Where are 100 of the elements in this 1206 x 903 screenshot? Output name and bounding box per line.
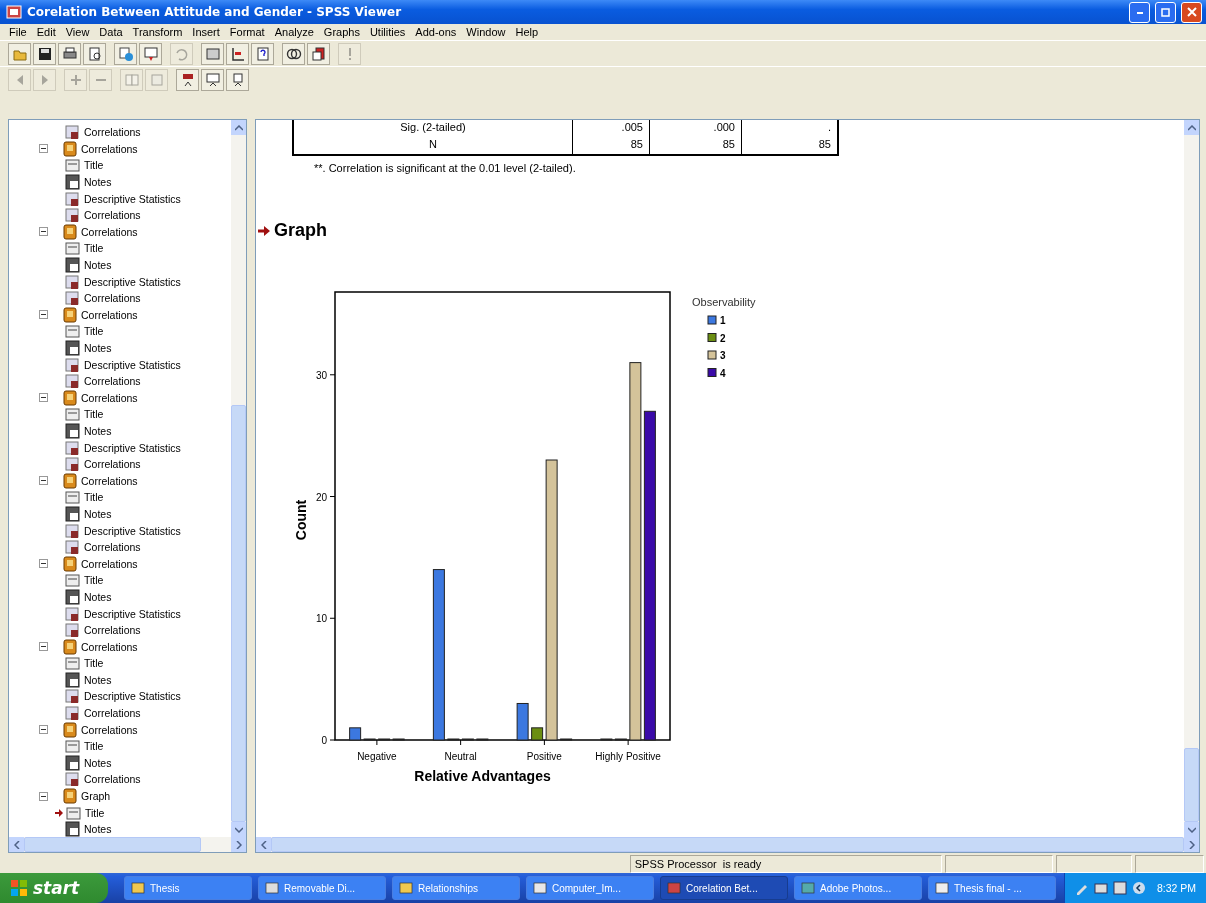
- taskbar-button[interactable]: Computer_Im...: [526, 876, 654, 900]
- outline-item[interactable]: Graph: [81, 790, 111, 803]
- outline-item[interactable]: Notes: [84, 342, 112, 354]
- menu-item[interactable]: Graphs: [318, 26, 365, 38]
- horizontal-scrollbar[interactable]: [9, 837, 246, 852]
- minimize-button[interactable]: [1129, 1, 1150, 23]
- menu-item[interactable]: Insert: [187, 26, 225, 38]
- scrollbar-thumb[interactable]: [231, 405, 246, 822]
- table-page-icon: [65, 705, 81, 722]
- menu-item[interactable]: Format: [224, 26, 270, 38]
- scrollbar-thumb[interactable]: [24, 837, 201, 852]
- vertical-scrollbar[interactable]: [1184, 120, 1199, 837]
- outline-item[interactable]: Correlations: [84, 292, 141, 305]
- collapse-icon[interactable]: [39, 791, 48, 801]
- outline-item[interactable]: Notes: [84, 259, 112, 272]
- outline-item[interactable]: Title: [84, 491, 104, 504]
- taskbar-button[interactable]: Thesis: [124, 876, 252, 900]
- menu-item[interactable]: Help: [510, 26, 544, 38]
- taskbar-button[interactable]: Thesis final - ...: [928, 876, 1056, 900]
- outline-item[interactable]: Descriptive Statistics: [84, 690, 181, 703]
- vertical-scrollbar[interactable]: [231, 120, 246, 837]
- outline-item[interactable]: Descriptive Statistics: [84, 192, 181, 205]
- outline-item[interactable]: Correlations: [84, 624, 141, 637]
- maximize-button[interactable]: [1155, 1, 1176, 23]
- outline-item[interactable]: Correlations: [81, 640, 138, 653]
- outline-item[interactable]: Notes: [84, 756, 112, 769]
- help-icon: [1112, 881, 1127, 895]
- title-page-icon: [65, 655, 81, 672]
- notes-page-icon: [65, 671, 81, 688]
- outline-item[interactable]: Title: [84, 325, 104, 338]
- outline-item[interactable]: Correlations: [81, 391, 138, 404]
- outline-item[interactable]: Descriptive Statistics: [84, 441, 181, 454]
- outline-item[interactable]: Title: [84, 408, 104, 421]
- collapse-icon[interactable]: [39, 642, 48, 652]
- plus-icon: [69, 73, 82, 86]
- outline-item[interactable]: Notes: [84, 590, 112, 603]
- menu-item[interactable]: View: [60, 26, 95, 38]
- outline-item[interactable]: Title: [84, 740, 104, 753]
- menu-item[interactable]: Transform: [127, 26, 188, 38]
- menu-item[interactable]: Edit: [31, 26, 61, 38]
- outline-item[interactable]: Notes: [84, 425, 112, 437]
- chevron-icon: [1131, 881, 1146, 895]
- outline-item[interactable]: Correlations: [84, 209, 141, 222]
- outline-item[interactable]: Correlations: [81, 142, 138, 155]
- outline-item[interactable]: Correlations: [84, 458, 141, 471]
- outline-item[interactable]: Correlations: [84, 773, 141, 786]
- outline-item[interactable]: Correlations: [84, 707, 141, 720]
- taskbar-button[interactable]: Removable Di...: [258, 876, 386, 900]
- collapse-icon[interactable]: [39, 310, 48, 320]
- notes-page-icon: [65, 174, 81, 191]
- outline-item[interactable]: Correlations: [81, 557, 138, 570]
- menu-item[interactable]: Data: [94, 26, 128, 38]
- legend-label: 3: [720, 350, 726, 361]
- collapse-icon[interactable]: [39, 144, 48, 154]
- outline-item[interactable]: Descriptive Statistics: [84, 358, 181, 371]
- toolbar-button[interactable]: [282, 42, 305, 65]
- toolbar-button[interactable]: [307, 42, 330, 65]
- menu-item[interactable]: Utilities: [364, 26, 411, 38]
- taskbar-button[interactable]: Relationships: [392, 876, 520, 900]
- outline-item[interactable]: Notes: [84, 507, 112, 520]
- menu-item[interactable]: Window: [461, 26, 511, 38]
- outline-item[interactable]: Correlations: [81, 308, 138, 321]
- outline-item[interactable]: Title: [84, 657, 104, 670]
- menu-item[interactable]: Analyze: [269, 26, 319, 38]
- legend-label: 1: [720, 315, 726, 326]
- outline-item[interactable]: Correlations: [84, 126, 141, 139]
- start-button[interactable]: start: [0, 873, 108, 903]
- taskbar-button[interactable]: Corelation Bet...: [660, 876, 788, 900]
- scrollbar-thumb[interactable]: [1184, 747, 1199, 822]
- outline-item[interactable]: Correlations: [84, 541, 141, 554]
- outline-item[interactable]: Title: [85, 806, 105, 819]
- book-icon: [123, 71, 140, 88]
- menu-item[interactable]: Add-ons: [410, 26, 462, 38]
- toolbar-button[interactable]: [58, 42, 81, 65]
- outline-item[interactable]: Descriptive Statistics: [84, 524, 181, 537]
- collapse-icon[interactable]: [39, 559, 48, 569]
- taskbar-button[interactable]: Adobe Photos...: [794, 876, 922, 900]
- collapse-icon[interactable]: [39, 393, 48, 403]
- close-button[interactable]: [1181, 1, 1202, 23]
- outline-item[interactable]: Correlations: [84, 375, 141, 388]
- status-message: SPSS Processor is ready: [629, 855, 943, 873]
- legend-label: 4: [720, 367, 726, 379]
- outline-item[interactable]: Correlations: [81, 723, 138, 736]
- collapse-icon[interactable]: [39, 725, 48, 735]
- outline-item[interactable]: Correlations: [81, 225, 138, 238]
- table-page-icon: [65, 124, 81, 141]
- outline-item[interactable]: Notes: [84, 176, 112, 189]
- outline-item[interactable]: Title: [84, 574, 104, 587]
- collapse-icon[interactable]: [39, 227, 48, 237]
- outline-item[interactable]: Notes: [84, 673, 112, 686]
- outline-item[interactable]: Notes: [84, 823, 112, 836]
- menu-item[interactable]: File: [4, 26, 32, 38]
- toolbar-button[interactable]: [33, 42, 56, 65]
- collapse-icon[interactable]: [39, 476, 48, 486]
- outline-item[interactable]: Descriptive Statistics: [84, 607, 181, 620]
- outline-item[interactable]: Descriptive Statistics: [84, 275, 181, 288]
- outline-item[interactable]: Title: [84, 242, 104, 255]
- toolbar-button[interactable]: [176, 68, 199, 91]
- outline-item[interactable]: Title: [84, 159, 104, 172]
- outline-item[interactable]: Correlations: [81, 474, 138, 487]
